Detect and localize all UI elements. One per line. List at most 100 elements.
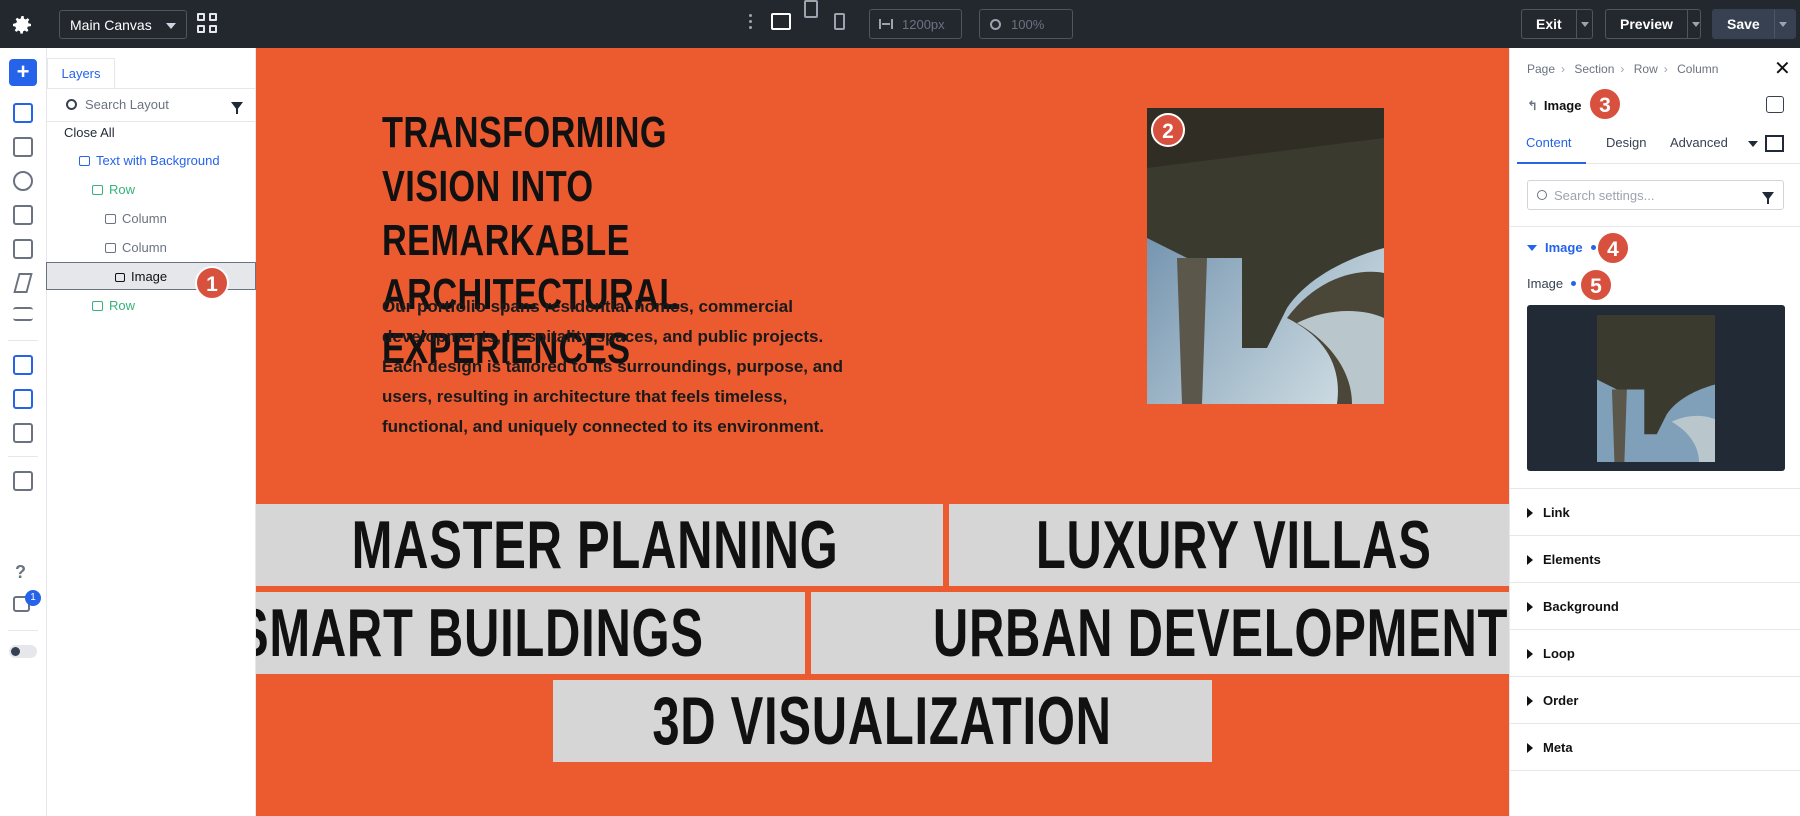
pages-icon[interactable]: [13, 239, 33, 259]
canvas-width-value: 1200px: [902, 17, 945, 32]
layer-item-text-with-background[interactable]: Text with Background: [47, 147, 256, 175]
section-title: Link: [1543, 505, 1570, 520]
stack-icon[interactable]: [13, 471, 33, 491]
layer-item-row[interactable]: Row: [47, 292, 256, 320]
hero-paragraph-line: functional, and uniquely connected to it…: [382, 417, 825, 436]
layer-item-label: Image: [131, 269, 168, 284]
tag-master-planning[interactable]: MASTER PLANNING: [256, 504, 943, 586]
select-element-icon[interactable]: [13, 355, 33, 375]
caret-right-icon: [1527, 743, 1533, 753]
close-all-link[interactable]: Close All: [64, 119, 244, 147]
preview-dropdown-icon[interactable]: [1686, 10, 1700, 38]
tag-label: MASTER PLANNING: [351, 507, 839, 583]
caret-right-icon: [1527, 696, 1533, 706]
breadcrumb: Page › Section › Row › Column: [1527, 62, 1718, 76]
settings-sliders-icon[interactable]: [13, 307, 33, 321]
hero-paragraph-line: Our portfolio spans residential homes, c…: [382, 297, 793, 316]
search-icon: [66, 99, 77, 110]
theme-toggle[interactable]: [9, 645, 37, 658]
callout-badge: 2: [1151, 113, 1185, 147]
grid-icon[interactable]: [197, 13, 219, 35]
desktop-view-icon[interactable]: [771, 13, 791, 30]
phone-view-icon[interactable]: [834, 13, 845, 30]
filter-icon[interactable]: [231, 102, 243, 114]
architecture-image[interactable]: [1147, 108, 1384, 404]
breadcrumb-item[interactable]: Column: [1677, 62, 1718, 76]
breadcrumb-item[interactable]: Row: [1634, 62, 1658, 76]
section-title: Background: [1543, 599, 1619, 614]
hero-paragraph-line: developments, hospitality spaces, and pu…: [382, 327, 824, 346]
panel-options-icon[interactable]: [1766, 96, 1784, 113]
modified-dot-icon: [1571, 281, 1577, 286]
section-order[interactable]: Order: [1510, 677, 1800, 724]
column-icon: [105, 214, 116, 224]
callout-badge: 3: [1588, 87, 1622, 121]
section-elements[interactable]: Elements: [1510, 536, 1800, 583]
image-upload-preview[interactable]: [1527, 305, 1785, 471]
tab-advanced[interactable]: Advanced: [1670, 128, 1728, 164]
callout-badge: 4: [1596, 231, 1630, 265]
layers-panel: Layers Search Layout Close All Text with…: [46, 48, 256, 816]
tag-smart-buildings[interactable]: SMART BUILDINGS: [256, 592, 805, 674]
select-multiple-icon[interactable]: [13, 389, 33, 409]
gear-icon[interactable]: [10, 13, 34, 37]
breadcrumb-item[interactable]: Section: [1574, 62, 1614, 76]
canvas-select-value: Main Canvas: [70, 17, 152, 33]
close-icon[interactable]: ✕: [1774, 56, 1791, 81]
templates-icon[interactable]: [13, 423, 33, 443]
caret-right-icon: [1527, 649, 1533, 659]
square-icon[interactable]: [1765, 135, 1784, 152]
zoom-input[interactable]: 100%: [979, 9, 1073, 39]
preview-button[interactable]: Preview: [1605, 9, 1701, 39]
layer-item-column[interactable]: Column: [47, 205, 256, 233]
hero-paragraph[interactable]: Our portfolio spans residential homes, c…: [382, 292, 852, 442]
tag-3d-visualization[interactable]: 3D VISUALIZATION: [553, 680, 1212, 762]
chevron-right-icon: ›: [1663, 62, 1668, 76]
chevron-down-icon[interactable]: [1748, 141, 1758, 147]
breadcrumb-item[interactable]: Page: [1527, 62, 1555, 76]
form-icon[interactable]: [13, 205, 33, 225]
chevron-right-icon: ›: [1620, 62, 1625, 76]
layers-search-input[interactable]: Search Layout: [47, 89, 256, 122]
layer-item-column[interactable]: Column: [47, 234, 256, 262]
help-icon[interactable]: ?: [15, 562, 26, 583]
section-divider: [1510, 226, 1800, 227]
more-vertical-icon[interactable]: [749, 14, 753, 32]
tag-row: 3D VISUALIZATION: [256, 680, 1509, 768]
tab-content[interactable]: Content: [1517, 128, 1586, 164]
canvas-width-input[interactable]: 1200px: [869, 9, 962, 39]
save-button[interactable]: Save: [1712, 9, 1796, 39]
settings-search-input[interactable]: Search settings...: [1527, 180, 1784, 210]
layer-item-label: Column: [122, 240, 167, 255]
section-title: Elements: [1543, 552, 1601, 567]
zoom-value: 100%: [1011, 17, 1045, 32]
database-icon[interactable]: [13, 171, 33, 191]
layer-item-label: Column: [122, 211, 167, 226]
section-link[interactable]: Link: [1510, 489, 1800, 536]
section-loop[interactable]: Loop: [1510, 630, 1800, 677]
tab-design[interactable]: Design: [1606, 128, 1646, 164]
section-background[interactable]: Background: [1510, 583, 1800, 630]
canvas-select[interactable]: Main Canvas: [59, 10, 187, 39]
layers-icon[interactable]: [13, 103, 33, 123]
exit-button[interactable]: Exit: [1521, 9, 1593, 39]
hero-paragraph-line: users, resulting in architecture that fe…: [382, 387, 788, 406]
tag-luxury-villas[interactable]: LUXURY VILLAS: [948, 504, 1509, 586]
tab-layers[interactable]: Layers: [47, 58, 115, 88]
back-arrow-icon[interactable]: ↰: [1527, 98, 1538, 113]
section-meta[interactable]: Meta: [1510, 724, 1800, 771]
brush-icon[interactable]: [13, 137, 33, 157]
filter-icon[interactable]: [1762, 192, 1774, 204]
section-title: Order: [1543, 693, 1579, 708]
left-icon-rail: + ? 1: [0, 48, 47, 816]
layer-item-row[interactable]: Row: [47, 176, 256, 204]
add-element-button[interactable]: +: [9, 59, 37, 86]
exit-dropdown-icon[interactable]: [1575, 10, 1592, 38]
width-icon: [879, 19, 893, 29]
tag-urban-development[interactable]: URBAN DEVELOPMENT: [810, 592, 1509, 674]
tablet-view-icon[interactable]: [804, 0, 818, 18]
save-dropdown-icon[interactable]: [1773, 10, 1790, 38]
tag-label: URBAN DEVELOPMENT: [932, 595, 1508, 671]
section-image-header[interactable]: Image: [1527, 240, 1596, 255]
lightning-icon[interactable]: [13, 273, 33, 293]
